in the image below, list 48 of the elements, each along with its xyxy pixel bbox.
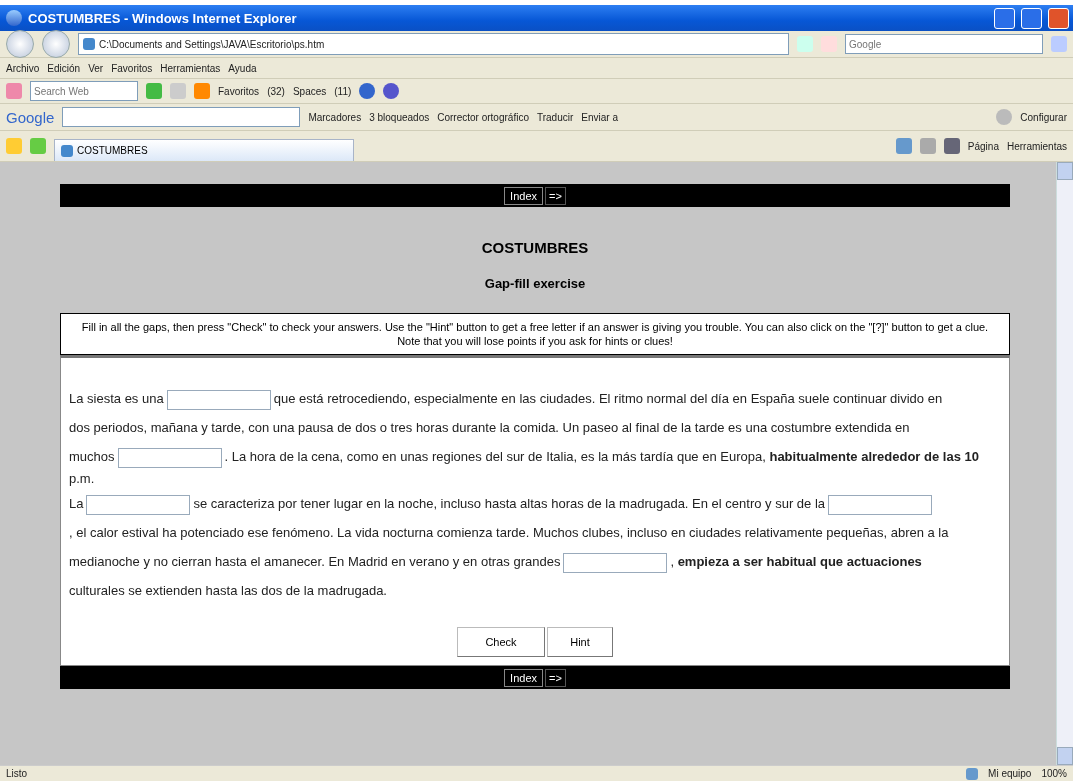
status-text: Listo [6,768,28,779]
exercise-text: , el calor estival ha potenciado ese fenómeno. La vida nocturna comienza tarde. Muchos clubes, incluso en ciudades relativamente pequeñas, abren a la [69,525,949,540]
menu-item[interactable]: Herramientas [160,62,221,74]
google-toolbar-item[interactable]: 3 bloqueados [369,111,430,123]
toolbar-item[interactable]: (32) [267,85,285,97]
menu-item[interactable]: Edición [47,62,81,74]
exercise-text: dos periodos, mañana y tarde, con una pausa de dos o tres horas durante la comida. Un paseo al final de la tarde es una costumbre extendida en [69,420,910,435]
exercise-text: , empieza a ser habitual que actuaciones [670,554,922,569]
exercise-text: medianoche y no cierran hasta el amanecer. En Madrid en verano y en otras grandes [69,554,561,569]
menu-item[interactable]: Ayuda [228,62,257,74]
index-link[interactable]: Index [504,186,544,205]
menu-item[interactable]: Ver [88,62,104,74]
exercise-text: muchos [69,449,115,464]
toolbar-item[interactable]: (11) [334,85,352,97]
index-link[interactable]: Index [504,668,544,687]
next-link[interactable]: => [545,186,566,205]
toolbar-item[interactable]: Spaces [292,85,327,97]
exercise-text: p.m. [69,471,95,486]
toolbar-item[interactable]: Favoritos [218,85,260,97]
check-button[interactable]: Check [457,627,545,657]
google-logo: Google [6,108,55,126]
address-field[interactable]: C:\Documents and Settings\JAVA\Escritorio\ps.htm [78,33,789,55]
menu-item[interactable]: Archivo [6,62,40,74]
hint-button[interactable]: Hint [547,627,613,657]
exercise-text: que está retrocediendo, especialmente en las ciudades. El ritmo normal del día en España suele continuar divido en [273,391,943,406]
exercise-text: La siesta es una [69,391,164,406]
browser-tab[interactable]: COSTUMBRES [54,139,354,161]
exercise-text: La [69,496,84,511]
instructions-text: Fill in all the gaps, then press "Check" to check your answers. Use the "Hint" button to get a free letter if an answer is giving you trouble. You can also click on the "[?]" button to get a clue. Note that you will lose points if you ask for hints or clues! [60,313,1010,355]
google-toolbar-item[interactable]: Traducir [536,111,574,123]
search-field[interactable]: Google [845,34,1043,54]
command-menu[interactable]: Página [967,140,999,152]
google-toolbar-item[interactable]: Enviar a [581,111,618,123]
zoom-control[interactable]: 100% [1041,768,1067,779]
page-subtitle: Gap-fill exercise [483,276,587,291]
google-toolbar-item[interactable]: Corrector ortográfico [437,111,529,123]
zone-text: Mi equipo [988,768,1032,779]
settings-link[interactable]: Configurar [1020,111,1067,123]
menu-item[interactable]: Favoritos [111,62,153,74]
window-title: COSTUMBRES - Windows Internet Explorer [28,10,298,26]
web-search-field[interactable]: Search Web [30,81,138,101]
exercise-text: se caracteriza por tener lugar en la noche, incluso hasta altas horas de la madrugada. En el centro y sur de la [193,496,826,511]
exercise-text: . La hora de la cena, como en unas regiones del sur de Italia, es la más tardía que en Europa, habitualmente alrededor de las 10 [224,449,979,464]
command-menu[interactable]: Herramientas [1006,140,1067,152]
exercise-text: culturales se extienden hasta las dos de la madrugada. [69,583,387,598]
page-title: COSTUMBRES [480,239,590,256]
google-toolbar-item[interactable]: Marcadores [308,111,362,123]
next-link[interactable]: => [545,668,566,687]
